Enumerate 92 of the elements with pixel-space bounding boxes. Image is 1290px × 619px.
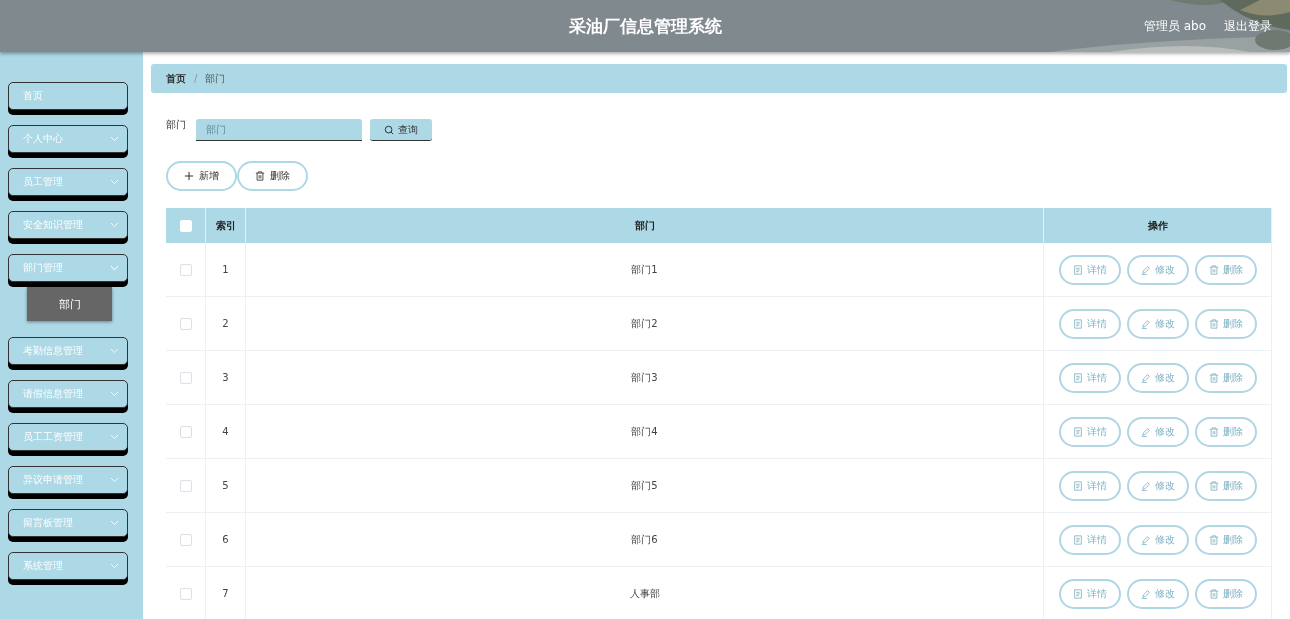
submenu-item[interactable]: 部门 xyxy=(27,287,112,321)
delete-button[interactable]: 删除 xyxy=(1194,524,1257,555)
row-checkbox[interactable] xyxy=(179,371,192,384)
row-checkbox[interactable] xyxy=(179,533,192,546)
detail-button[interactable]: 详情 xyxy=(1058,578,1121,609)
table-cell: 1 xyxy=(205,243,246,297)
table-cell: 部门2 xyxy=(245,296,1044,351)
table-cell: 部门5 xyxy=(245,458,1044,513)
column-header: 部门 xyxy=(245,208,1044,243)
edit-button[interactable]: 修改 xyxy=(1126,524,1189,555)
table-cell: 3 xyxy=(205,350,246,405)
document-icon xyxy=(1072,480,1083,491)
column-header: 操作 xyxy=(1043,208,1272,243)
document-icon xyxy=(1072,318,1083,329)
document-icon xyxy=(1072,372,1083,383)
detail-button[interactable]: 详情 xyxy=(1058,362,1121,393)
field-label: 部门 xyxy=(166,118,186,132)
chevron-icon xyxy=(110,434,119,440)
chevron-icon xyxy=(110,179,119,185)
delete-button[interactable]: 删除 xyxy=(1194,308,1257,339)
detail-button[interactable]: 详情 xyxy=(1058,254,1121,285)
trash-icon xyxy=(1208,534,1219,545)
pen-icon xyxy=(1140,480,1151,491)
chevron-icon xyxy=(110,391,119,397)
document-icon xyxy=(1072,264,1083,275)
row-checkbox[interactable] xyxy=(179,317,192,330)
detail-button[interactable]: 详情 xyxy=(1058,308,1121,339)
row-checkbox[interactable] xyxy=(179,425,192,438)
edit-button[interactable]: 修改 xyxy=(1126,254,1189,285)
detail-button[interactable]: 详情 xyxy=(1058,416,1121,447)
table-cell: 部门6 xyxy=(245,512,1044,567)
detail-button[interactable]: 详情 xyxy=(1058,524,1121,555)
table-cell: 4 xyxy=(205,404,246,459)
delete-button[interactable]: 删除 xyxy=(1194,470,1257,501)
document-icon xyxy=(1072,588,1083,599)
delete-button[interactable]: 删除 xyxy=(237,161,308,191)
pen-icon xyxy=(1140,372,1151,383)
trash-icon xyxy=(1208,318,1219,329)
edit-button[interactable]: 修改 xyxy=(1126,470,1189,501)
table-cell: 6 xyxy=(205,512,246,567)
edit-button[interactable]: 修改 xyxy=(1126,578,1189,609)
trash-icon xyxy=(1208,588,1219,599)
pen-icon xyxy=(1140,588,1151,599)
trash-icon xyxy=(1208,426,1219,437)
row-checkbox[interactable] xyxy=(179,263,192,276)
table-cell: 7 xyxy=(205,566,246,619)
trash-icon xyxy=(1208,480,1219,491)
delete-button[interactable]: 删除 xyxy=(1194,254,1257,285)
chevron-icon xyxy=(110,563,119,569)
table-cell: 人事部 xyxy=(245,566,1044,619)
chevron-icon xyxy=(110,348,119,354)
breadcrumb-item: 部门 xyxy=(205,71,226,86)
table-cell: 5 xyxy=(205,458,246,513)
search-field[interactable]: 部门 xyxy=(196,119,362,141)
user-name: 管理员 abo xyxy=(1143,17,1206,35)
document-icon xyxy=(1072,534,1083,545)
delete-button[interactable]: 删除 xyxy=(1194,578,1257,609)
chevron-icon xyxy=(110,520,119,526)
add-button[interactable]: 新增 xyxy=(166,161,237,191)
table-cell: 部门4 xyxy=(245,404,1044,459)
breadcrumb-item[interactable]: 首页 xyxy=(166,71,186,86)
pen-icon xyxy=(1140,534,1151,545)
edit-button[interactable]: 修改 xyxy=(1126,416,1189,447)
table-cell: 2 xyxy=(205,296,246,351)
pen-icon xyxy=(1140,318,1151,329)
column-header: 索引 xyxy=(205,208,246,243)
table-cell: 部门1 xyxy=(245,243,1044,297)
document-icon xyxy=(1072,426,1083,437)
delete-button[interactable]: 删除 xyxy=(1194,362,1257,393)
edit-button[interactable]: 修改 xyxy=(1126,362,1189,393)
plus-icon xyxy=(184,171,194,181)
pen-icon xyxy=(1140,264,1151,275)
logout-link[interactable]: 退出登录 xyxy=(1224,17,1272,35)
search-icon xyxy=(384,124,394,135)
trash-icon xyxy=(1208,264,1219,275)
breadcrumb-separator: / xyxy=(194,73,198,84)
chevron-icon xyxy=(110,222,119,228)
edit-button[interactable]: 修改 xyxy=(1126,308,1189,339)
search-button[interactable]: 查询 xyxy=(370,119,432,141)
chevron-icon xyxy=(110,265,119,271)
row-checkbox[interactable] xyxy=(179,479,192,492)
pen-icon xyxy=(1140,426,1151,437)
trash-icon xyxy=(1208,372,1219,383)
app-title: 采油厂信息管理系统 xyxy=(568,14,722,38)
select-all-checkbox[interactable] xyxy=(179,219,192,232)
row-checkbox[interactable] xyxy=(179,587,192,600)
trash-icon xyxy=(255,171,265,181)
detail-button[interactable]: 详情 xyxy=(1058,470,1121,501)
table-cell: 部门3 xyxy=(245,350,1044,405)
chevron-icon xyxy=(110,477,119,483)
chevron-icon xyxy=(110,136,119,142)
delete-button[interactable]: 删除 xyxy=(1194,416,1257,447)
